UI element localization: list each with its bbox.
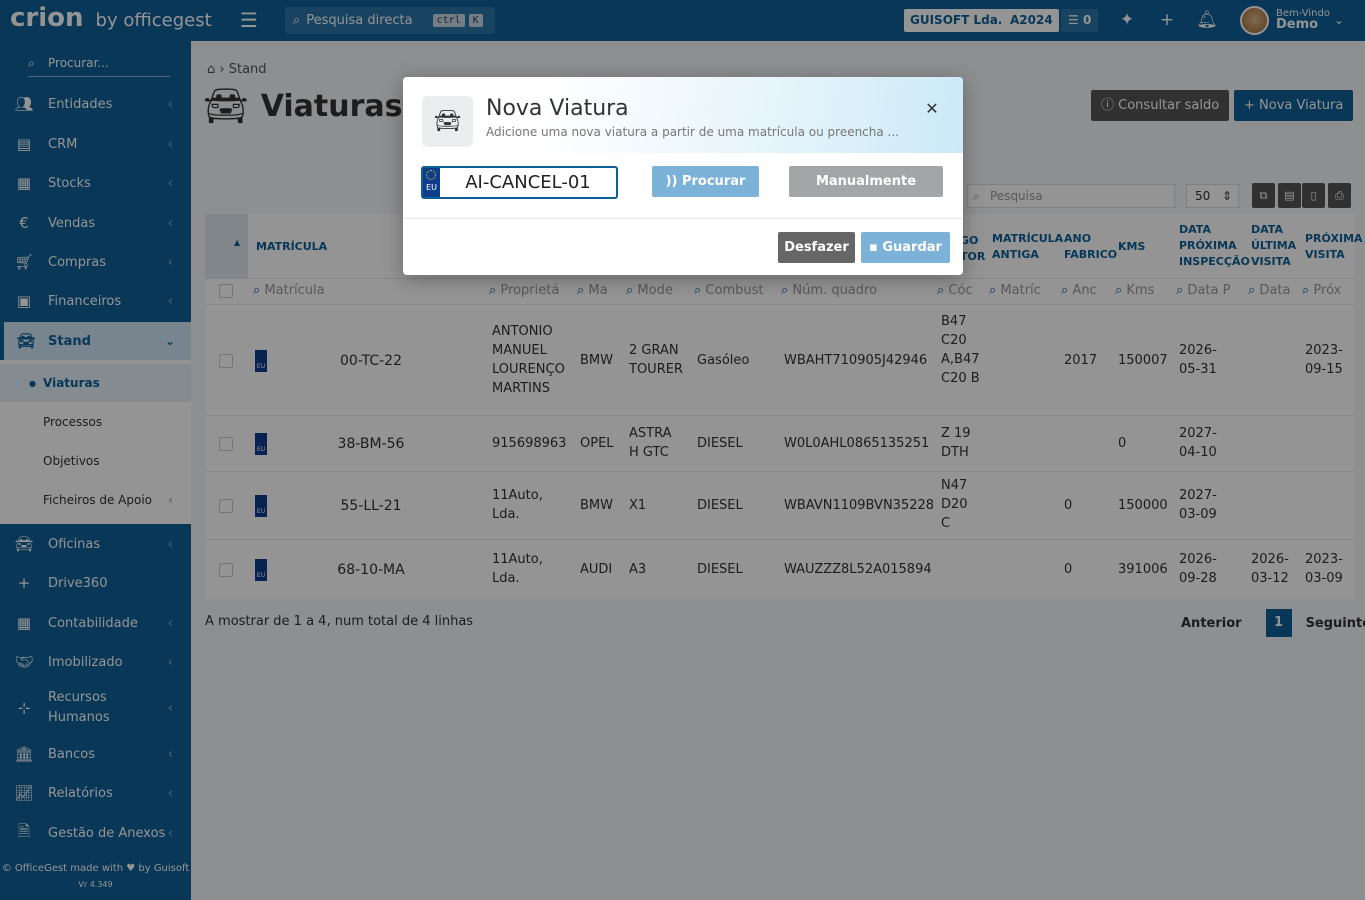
new-vehicle-modal: 🚘︎ Nova Viatura Adicione uma nova viatur… (403, 77, 963, 275)
manual-button[interactable]: Manualmente (789, 166, 943, 197)
eu-flag-icon: EU (423, 168, 440, 197)
modal-subtitle: Adicione uma nova viatura a partir de um… (486, 125, 899, 139)
rss-icon: )) (665, 174, 678, 189)
plate-input-value: AI-CANCEL-01 (465, 172, 591, 193)
save-icon: ▪ (869, 240, 878, 255)
modal-footer: Desfazer ▪ Guardar (403, 218, 963, 275)
search-plate-button[interactable]: )) Procurar (652, 166, 759, 197)
search-plate-label: Procurar (681, 174, 746, 189)
plate-input[interactable]: EU AI-CANCEL-01 (421, 166, 618, 199)
modal-title: Nova Viatura (486, 96, 629, 121)
close-icon[interactable]: ✕ (922, 99, 942, 118)
save-button[interactable]: ▪ Guardar (861, 232, 950, 263)
save-label: Guardar (882, 240, 942, 255)
modal-header: 🚘︎ Nova Viatura Adicione uma nova viatur… (403, 77, 963, 153)
eu-label: EU (426, 183, 437, 192)
car-icon: 🚘︎ (422, 96, 473, 147)
undo-button[interactable]: Desfazer (778, 232, 855, 263)
